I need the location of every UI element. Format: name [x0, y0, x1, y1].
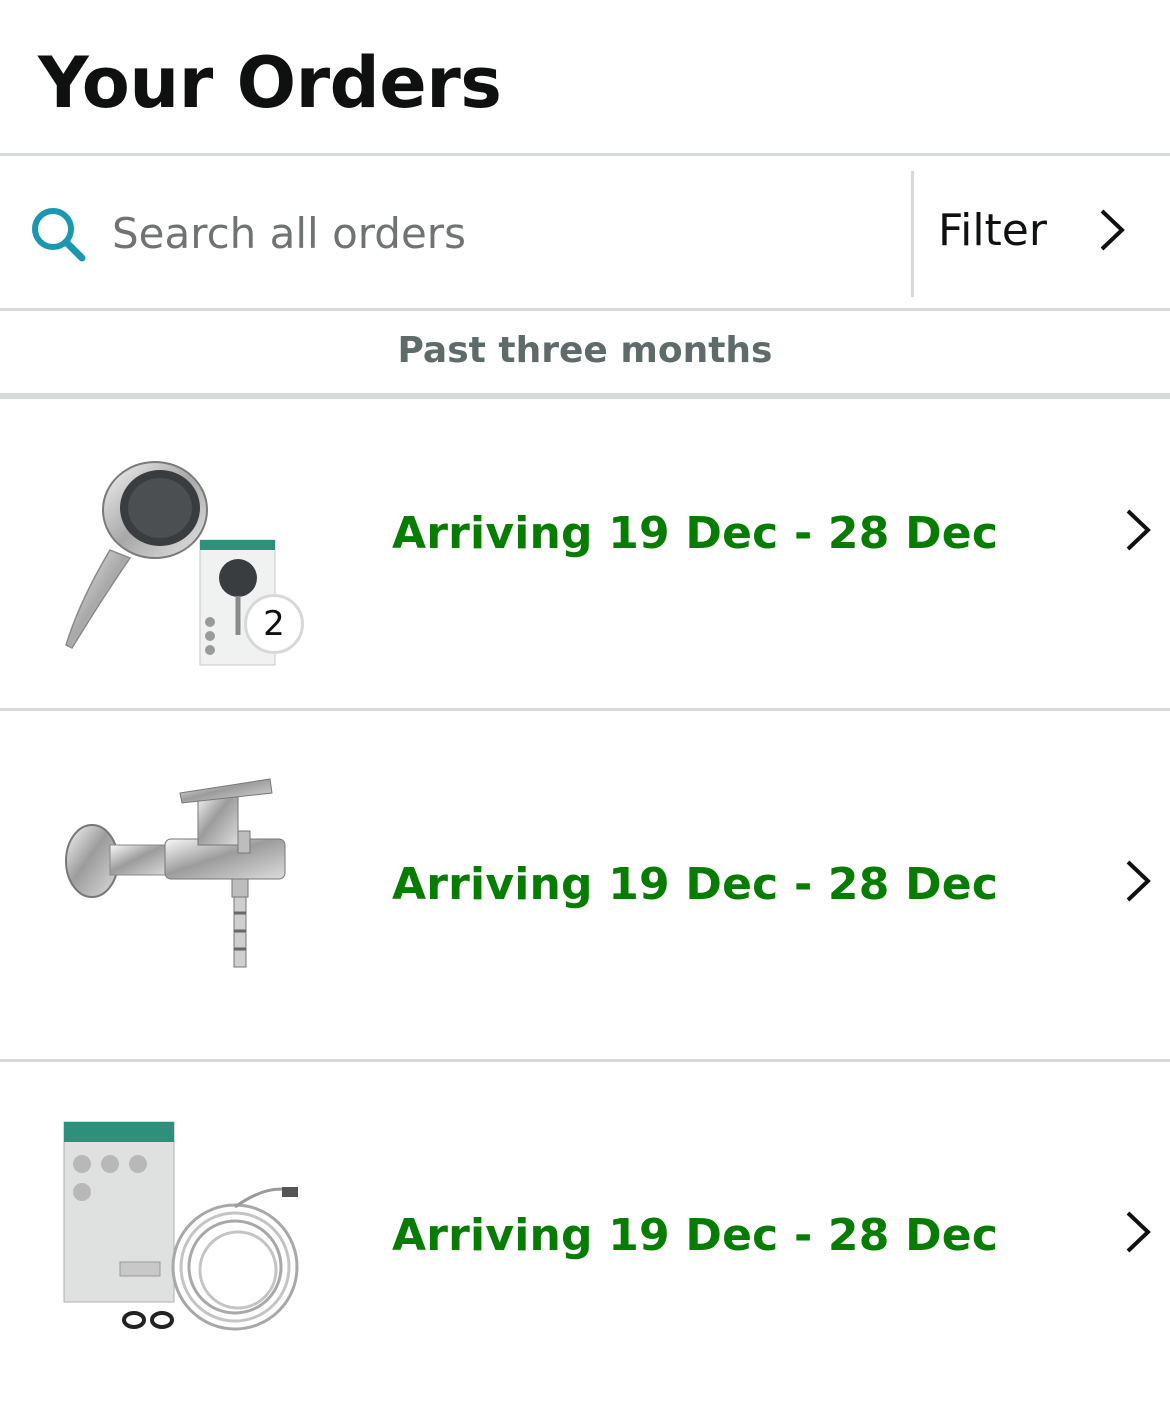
- order-item[interactable]: Arriving 19 Dec - 28 Dec: [0, 1062, 1170, 1370]
- quantity-badge: 2: [244, 594, 304, 654]
- order-item[interactable]: Arriving 19 Dec - 28 Dec: [0, 400, 1170, 708]
- header-divider: [0, 153, 1170, 156]
- chevron-right-icon: [1126, 860, 1151, 902]
- order-status: Arriving 19 Dec - 28 Dec: [392, 508, 999, 559]
- shower-hose-icon: [63, 1121, 299, 1331]
- filter-button[interactable]: Filter: [914, 171, 1170, 297]
- search-divider: [0, 308, 1170, 311]
- page-title: Your Orders: [38, 42, 502, 124]
- bath-mixer-tap-icon: [65, 778, 286, 968]
- chevron-right-icon: [1126, 1211, 1151, 1253]
- search-input[interactable]: [112, 200, 892, 266]
- search-icon: [32, 208, 86, 262]
- chevron-right-icon: [1100, 209, 1125, 251]
- chevron-right-icon: [1126, 509, 1151, 551]
- order-item[interactable]: Arriving 19 Dec - 28 Dec: [0, 711, 1170, 1019]
- section-divider: [0, 393, 1170, 399]
- order-status: Arriving 19 Dec - 28 Dec: [392, 1210, 999, 1261]
- filter-label: Filter: [938, 205, 1047, 256]
- order-status: Arriving 19 Dec - 28 Dec: [392, 859, 999, 910]
- section-heading: Past three months: [397, 330, 773, 371]
